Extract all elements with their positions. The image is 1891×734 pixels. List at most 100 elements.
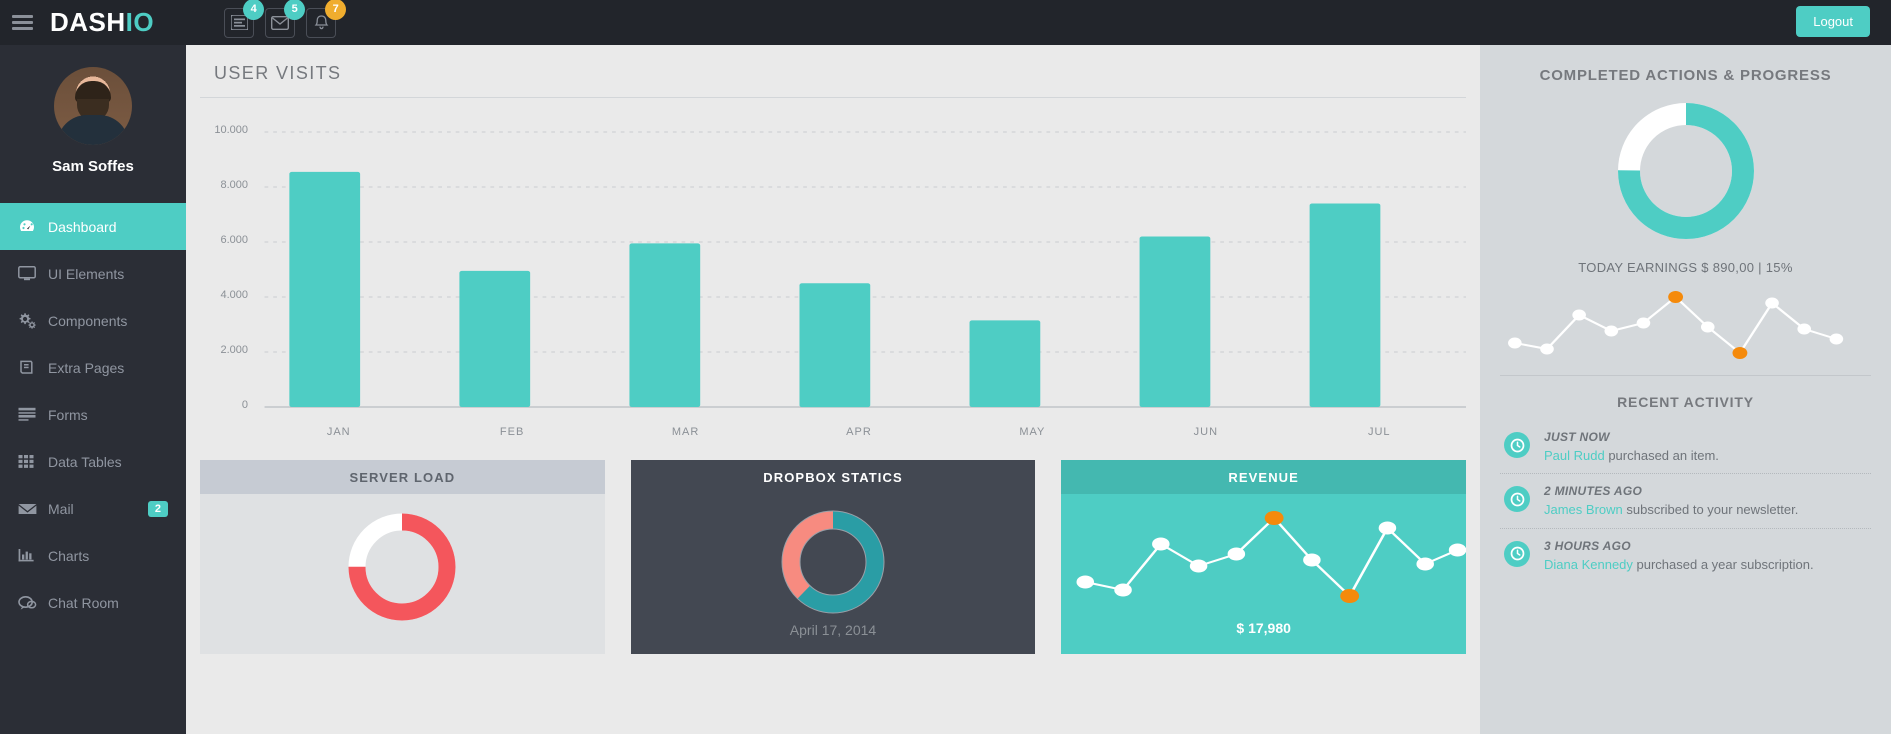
- sidebar-item-label: Forms: [48, 406, 88, 423]
- activity-body: 2 MINUTES AGO James Brown subscribed to …: [1544, 484, 1871, 517]
- grid-icon: [18, 454, 48, 469]
- activity-time: 3 HOURS AGO: [1544, 538, 1631, 553]
- sidebar-item-label: UI Elements: [48, 265, 125, 282]
- x-tick-label: APR: [846, 426, 872, 438]
- sidebar-item-data-tables[interactable]: Data Tables: [0, 438, 186, 485]
- completed-actions-donut: [1617, 103, 1754, 239]
- book-icon: [18, 359, 48, 376]
- tasks-icon[interactable]: 4: [224, 0, 265, 38]
- top-icon-group: 4 5 7: [224, 0, 347, 38]
- bar-chart-icon: [18, 548, 48, 563]
- dashboard-app: DASHIO 4 5 7 Logout Sam Soffes Dashboard…: [0, 0, 1891, 734]
- x-tick-label: JAN: [326, 426, 351, 438]
- main-content: USER VISITS 10.000 8.000 6.000 4.000 2.0…: [186, 45, 1480, 734]
- dashboard-icon: [18, 218, 48, 236]
- clock-icon: [1504, 486, 1530, 513]
- list-item[interactable]: 3 HOURS AGO Diana Kennedy purchased a ye…: [1500, 529, 1871, 582]
- brand-logo: DASHIO: [50, 0, 154, 45]
- sidebar-item-ui-elements[interactable]: UI Elements: [0, 250, 186, 297]
- activity-action: purchased a year subscription.: [1632, 556, 1814, 572]
- activity-action: subscribed to your newsletter.: [1622, 502, 1799, 518]
- progress-sparkline-wrap: [1500, 275, 1871, 371]
- server-load-donut: [348, 513, 456, 621]
- dropbox-statics-donut: [781, 510, 885, 614]
- sidebar-item-chat-room[interactable]: Chat Room: [0, 579, 186, 626]
- progress-sparkline: [1508, 291, 1844, 359]
- activity-text: James Brown subscribed to your newslette…: [1544, 502, 1871, 518]
- x-tick-label: MAR: [671, 426, 700, 438]
- activity-person[interactable]: Paul Rudd: [1544, 448, 1605, 463]
- card-title: SERVER LOAD: [200, 460, 605, 494]
- card-body: $ 17,980: [1061, 494, 1467, 654]
- chat-icon: [18, 595, 48, 611]
- x-tick-label: FEB: [499, 426, 525, 438]
- activity-time: JUST NOW: [1544, 430, 1610, 444]
- page-body: Sam Soffes Dashboard UI Elements Compone…: [0, 45, 1891, 734]
- activity-person[interactable]: James Brown: [1544, 502, 1623, 517]
- activity-text: Paul Rudd purchased an item.: [1544, 448, 1871, 464]
- user-visits-chart: 10.000 8.000 6.000 4.000 2.000 0: [200, 120, 1466, 420]
- progress-donut-wrap: [1500, 84, 1871, 246]
- user-name: Sam Soffes: [52, 158, 134, 175]
- clock-icon: [1504, 432, 1530, 458]
- list-item[interactable]: JUST NOW Paul Rudd purchased an item.: [1500, 420, 1871, 473]
- card-caption: $ 17,980: [1236, 620, 1291, 636]
- envelope-icon: [18, 502, 48, 516]
- activity-body: JUST NOW Paul Rudd purchased an item.: [1544, 430, 1871, 463]
- sidebar: Sam Soffes Dashboard UI Elements Compone…: [0, 45, 186, 734]
- bell-icon[interactable]: 7: [306, 0, 347, 38]
- hamburger-icon[interactable]: [0, 0, 45, 45]
- sidebar-item-charts[interactable]: Charts: [0, 532, 186, 579]
- mail-badge: 5: [284, 0, 306, 20]
- avatar: [54, 67, 132, 145]
- activity-time: 2 MINUTES AGO: [1544, 484, 1643, 499]
- card-revenue: REVENUE $ 17,980: [1061, 460, 1467, 654]
- revenue-sparkline: [1076, 511, 1467, 603]
- sidebar-item-label: Extra Pages: [48, 359, 125, 376]
- activity-person[interactable]: Diana Kennedy: [1544, 557, 1633, 572]
- today-earnings-label: TODAY EARNINGS $ 890,00 | 15%: [1578, 260, 1793, 275]
- sidebar-item-forms[interactable]: Forms: [0, 391, 186, 438]
- tasks-badge: 4: [243, 0, 265, 20]
- x-tick-label: JUL: [1367, 426, 1391, 438]
- logout-button[interactable]: Logout: [1796, 6, 1870, 37]
- card-caption: April 17, 2014: [789, 622, 877, 638]
- monitor-icon: [18, 265, 48, 282]
- chart-bars: [289, 171, 1381, 408]
- sidebar-item-mail[interactable]: Mail 2: [0, 485, 186, 532]
- sidebar-nav: Dashboard UI Elements Components Extra P…: [0, 203, 186, 626]
- bottom-cards: SERVER LOAD DROPBOX STATICS April 17, 20…: [200, 460, 1467, 654]
- user-visits-chart-svg: [264, 131, 1466, 408]
- sidebar-item-extra-pages[interactable]: Extra Pages: [0, 344, 186, 391]
- brand-part1: DASH: [50, 7, 126, 37]
- card-server-load: SERVER LOAD: [200, 460, 605, 654]
- progress-panel-title: COMPLETED ACTIONS & PROGRESS: [1539, 67, 1832, 84]
- card-dropbox-statics: DROPBOX STATICS April 17, 2014: [630, 460, 1036, 654]
- card-title: DROPBOX STATICS: [630, 460, 1036, 494]
- sidebar-item-label: Mail: [48, 500, 74, 517]
- page-title: USER VISITS: [200, 45, 1466, 98]
- x-tick-label: MAY: [1019, 426, 1046, 438]
- chart-x-axis: JAN FEB MAR APR MAY JUN JUL: [200, 426, 1466, 438]
- card-body: [200, 494, 605, 654]
- sidebar-item-label: Chat Room: [48, 594, 119, 611]
- alerts-badge: 7: [325, 0, 347, 20]
- brand-part2: IO: [125, 7, 155, 37]
- activity-body: 3 HOURS AGO Diana Kennedy purchased a ye…: [1544, 539, 1871, 572]
- envelope-icon[interactable]: 5: [265, 0, 306, 38]
- sidebar-item-label: Charts: [48, 547, 90, 564]
- x-tick-label: JUN: [1193, 426, 1219, 438]
- sidebar-item-components[interactable]: Components: [0, 297, 186, 344]
- sidebar-item-label: Data Tables: [48, 453, 122, 470]
- sidebar-item-label: Dashboard: [48, 218, 117, 235]
- gears-icon: [18, 312, 48, 329]
- clock-icon: [1504, 540, 1530, 567]
- right-panel: COMPLETED ACTIONS & PROGRESS TODAY EARNI…: [1480, 45, 1891, 734]
- sidebar-item-dashboard[interactable]: Dashboard: [0, 203, 186, 250]
- mail-count-badge: 2: [147, 500, 168, 517]
- sidebar-item-label: Components: [48, 312, 128, 329]
- form-icon: [18, 407, 48, 422]
- card-title: REVENUE: [1061, 460, 1467, 494]
- list-item[interactable]: 2 MINUTES AGO James Brown subscribed to …: [1500, 474, 1871, 527]
- card-body: April 17, 2014: [630, 494, 1036, 654]
